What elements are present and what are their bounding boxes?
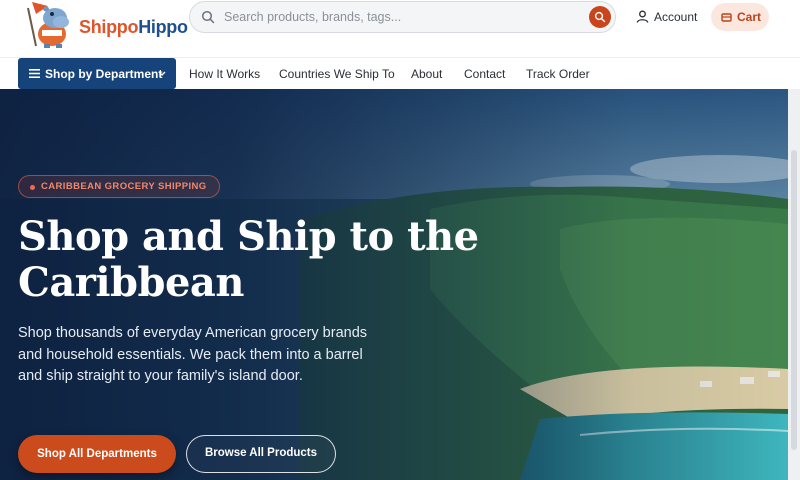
brand-name: ShippoHippo (79, 17, 188, 37)
account-label: Account (654, 10, 698, 24)
cart-icon (721, 13, 732, 22)
badge-dot-icon (30, 185, 35, 190)
search-submit-button[interactable] (589, 6, 611, 28)
cart-button[interactable]: Cart (711, 3, 769, 31)
hippo-mascot-icon (27, 2, 69, 48)
search-input[interactable] (224, 2, 574, 32)
shop-all-departments-button[interactable]: Shop All Departments (18, 435, 176, 473)
department-button-label: Shop by Department (45, 67, 163, 81)
main-nav: Shop by Department How It Works Countrie… (0, 57, 800, 89)
chevron-down-icon (158, 71, 166, 76)
nav-link-countries[interactable]: Countries We Ship To (279, 67, 395, 81)
site-logo[interactable]: ShippoHippo (22, 0, 188, 50)
search-icon (201, 10, 215, 24)
nav-link-contact[interactable]: Contact (464, 67, 505, 81)
hero-description: Shop thousands of everyday American groc… (18, 325, 368, 384)
browse-all-products-button[interactable]: Browse All Products (186, 435, 336, 473)
search-bar (189, 1, 616, 33)
hero-section: CARIBBEAN GROCERY SHIPPING Shop and Ship… (0, 89, 788, 480)
cart-label: Cart (737, 10, 762, 24)
site-header: ShippoHippo Account Cart (0, 0, 800, 56)
hero-title: Shop and Ship to the Caribbean (18, 213, 479, 306)
nav-link-how-it-works[interactable]: How It Works (189, 67, 260, 81)
shop-by-department-button[interactable]: Shop by Department (18, 58, 176, 89)
search-icon (594, 11, 606, 23)
hero-badge: CARIBBEAN GROCERY SHIPPING (18, 175, 220, 198)
nav-link-about[interactable]: About (411, 67, 442, 81)
scrollbar-thumb[interactable] (791, 150, 797, 450)
nav-link-track-order[interactable]: Track Order (526, 67, 590, 81)
user-icon (636, 10, 649, 23)
menu-icon (29, 69, 40, 78)
